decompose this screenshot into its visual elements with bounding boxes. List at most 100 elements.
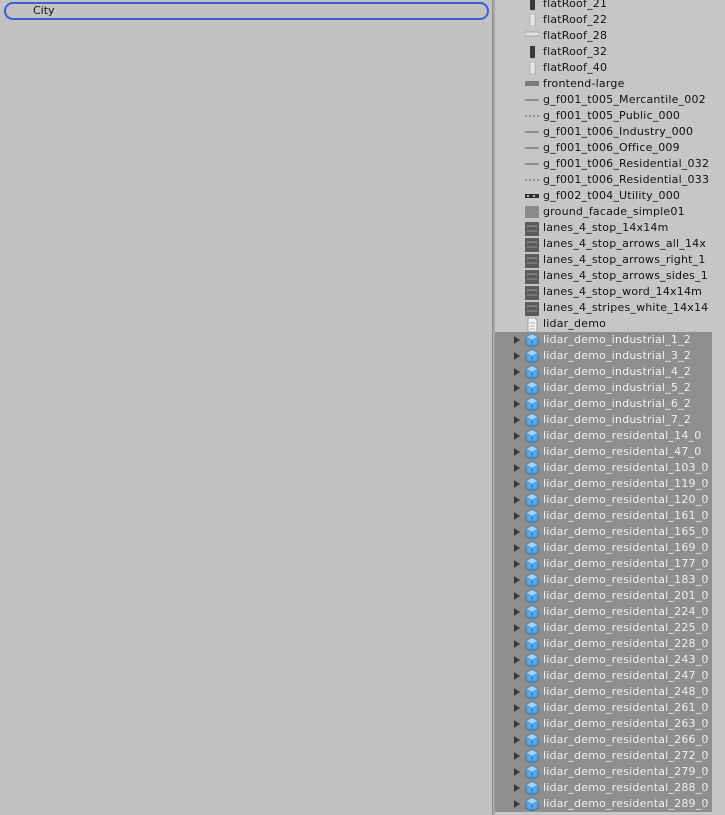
prefab-row[interactable]: lidar_demo_residental_165_0 — [495, 524, 725, 540]
asset-row[interactable]: g_f001_t005_Public_000 — [495, 108, 725, 124]
prefab-row[interactable]: lidar_demo_residental_201_0 — [495, 588, 725, 604]
prefab-row[interactable]: lidar_demo_residental_119_0 — [495, 476, 725, 492]
expand-arrow-icon[interactable] — [514, 800, 520, 808]
prefab-row[interactable]: lidar_demo_residental_228_0 — [495, 636, 725, 652]
prefab-row[interactable]: lidar_demo_residental_14_0 — [495, 428, 725, 444]
asset-row[interactable]: g_f001_t006_Office_009 — [495, 140, 725, 156]
expand-arrow-icon[interactable] — [514, 464, 520, 472]
expand-arrow-icon[interactable] — [514, 752, 520, 760]
prefab-row[interactable]: lidar_demo_residental_248_0 — [495, 684, 725, 700]
expand-arrow-icon[interactable] — [514, 512, 520, 520]
prefab-row[interactable]: lidar_demo_residental_289_0 — [495, 796, 725, 812]
expand-arrow-icon[interactable] — [514, 400, 520, 408]
prefab-label: lidar_demo_industrial_7_2 — [543, 413, 691, 426]
expand-arrow-icon[interactable] — [514, 624, 520, 632]
expand-arrow-icon[interactable] — [514, 688, 520, 696]
asset-row[interactable]: lanes_4_stop_arrows_right_1 — [495, 252, 725, 268]
expand-arrow-icon[interactable] — [514, 672, 520, 680]
prefab-row[interactable]: lidar_demo_residental_266_0 — [495, 732, 725, 748]
prefab-row[interactable]: lidar_demo_residental_169_0 — [495, 540, 725, 556]
prefab-cube-icon — [525, 749, 539, 764]
prefab-row[interactable]: lidar_demo_industrial_3_2 — [495, 348, 725, 364]
prefab-row[interactable]: lidar_demo_residental_225_0 — [495, 620, 725, 636]
expand-arrow-icon[interactable] — [514, 432, 520, 440]
expand-arrow-icon[interactable] — [514, 576, 520, 584]
asset-row[interactable]: lanes_4_stop_arrows_all_14x — [495, 236, 725, 252]
expand-arrow-icon[interactable] — [514, 736, 520, 744]
prefab-row[interactable]: lidar_demo_industrial_5_2 — [495, 380, 725, 396]
gray-bar-texture-icon — [525, 78, 539, 90]
prefab-row[interactable]: lidar_demo_residental_243_0 — [495, 652, 725, 668]
expand-arrow-icon[interactable] — [514, 560, 520, 568]
expand-arrow-icon[interactable] — [514, 448, 520, 456]
expand-arrow-icon[interactable] — [514, 384, 520, 392]
expand-arrow-icon[interactable] — [514, 656, 520, 664]
asset-row[interactable]: ground_facade_simple01 — [495, 204, 725, 220]
asset-row[interactable]: flatRoof_21 — [495, 0, 725, 12]
prefab-row[interactable]: lidar_demo_industrial_1_2 — [495, 332, 725, 348]
prefab-row[interactable]: lidar_demo_residental_161_0 — [495, 508, 725, 524]
prefab-cube-icon — [525, 381, 539, 396]
prefab-cube-icon — [525, 397, 539, 412]
expand-arrow-icon[interactable] — [514, 416, 520, 424]
expand-arrow-icon[interactable] — [514, 528, 520, 536]
asset-row[interactable]: lanes_4_stop_word_14x14m — [495, 284, 725, 300]
prefab-row[interactable]: lidar_demo_industrial_4_2 — [495, 364, 725, 380]
expand-arrow-icon[interactable] — [514, 608, 520, 616]
prefab-cube-icon — [525, 669, 539, 684]
expand-arrow-icon[interactable] — [514, 704, 520, 712]
prefab-row[interactable]: lidar_demo_residental_247_0 — [495, 668, 725, 684]
project-asset-list[interactable]: flatRoof_21 flatRoof_22 flatRoof_28 flatRoo… — [495, 0, 725, 815]
asset-row[interactable]: g_f002_t004_Utility_000 — [495, 188, 725, 204]
prefab-row[interactable]: lidar_demo_residental_177_0 — [495, 556, 725, 572]
expand-arrow-icon[interactable] — [514, 784, 520, 792]
prefab-row[interactable]: lidar_demo_residental_272_0 — [495, 748, 725, 764]
prefab-cube-icon — [525, 525, 539, 540]
expand-arrow-icon[interactable] — [514, 352, 520, 360]
prefab-row[interactable]: lidar_demo_residental_288_0 — [495, 780, 725, 796]
asset-row[interactable]: lanes_4_stripes_white_14x14 — [495, 300, 725, 316]
prefab-row[interactable]: lidar_demo_residental_279_0 — [495, 764, 725, 780]
scrollbar[interactable] — [712, 0, 725, 815]
prefab-label: lidar_demo_residental_224_0 — [543, 605, 709, 618]
asset-row[interactable]: flatRoof_40 — [495, 60, 725, 76]
hierarchy-root-item-city[interactable]: City — [4, 2, 489, 20]
dark-texture-icon — [525, 46, 539, 58]
light-texture-icon — [525, 61, 539, 75]
prefab-row[interactable]: lidar_demo_residental_47_0 — [495, 444, 725, 460]
prefab-row[interactable]: lidar_demo_residental_120_0 — [495, 492, 725, 508]
expand-arrow-icon[interactable] — [514, 640, 520, 648]
expand-arrow-icon[interactable] — [514, 368, 520, 376]
prefab-row[interactable]: lidar_demo_residental_263_0 — [495, 716, 725, 732]
expand-arrow-icon[interactable] — [514, 480, 520, 488]
expand-arrow-icon[interactable] — [514, 768, 520, 776]
expand-arrow-icon[interactable] — [514, 720, 520, 728]
asset-row[interactable]: g_f001_t006_Industry_000 — [495, 124, 725, 140]
prefab-cube-icon — [525, 653, 539, 668]
expand-arrow-icon[interactable] — [514, 336, 520, 344]
prefab-row[interactable]: lidar_demo_industrial_6_2 — [495, 396, 725, 412]
prefab-row[interactable]: lidar_demo_residental_261_0 — [495, 700, 725, 716]
asset-row[interactable]: g_f001_t005_Mercantile_002 — [495, 92, 725, 108]
asset-label: lanes_4_stop_arrows_right_1 — [543, 253, 706, 266]
asset-row[interactable]: flatRoof_22 — [495, 12, 725, 28]
prefab-row[interactable]: lidar_demo_residental_103_0 — [495, 460, 725, 476]
expand-arrow-icon[interactable] — [514, 592, 520, 600]
hierarchy-panel[interactable]: City — [0, 0, 492, 815]
asset-row[interactable]: lidar_demo — [495, 316, 725, 333]
asset-row[interactable]: g_f001_t006_Residential_033 — [495, 172, 725, 188]
asset-row[interactable]: frontend-large — [495, 76, 725, 92]
prefab-row[interactable]: lidar_demo_residental_183_0 — [495, 572, 725, 588]
asset-row[interactable]: flatRoof_28 — [495, 28, 725, 44]
asset-row[interactable]: lanes_4_stop_14x14m — [495, 220, 725, 236]
prefab-row[interactable]: lidar_demo_industrial_7_2 — [495, 412, 725, 428]
prefab-cube-icon — [525, 477, 539, 492]
asset-row[interactable]: lanes_4_stop_arrows_sides_1 — [495, 268, 725, 284]
asset-row[interactable]: flatRoof_32 — [495, 44, 725, 60]
expand-arrow-icon[interactable] — [514, 496, 520, 504]
prefab-row[interactable]: lidar_demo_residental_224_0 — [495, 604, 725, 620]
expand-arrow-icon[interactable] — [514, 544, 520, 552]
prefab-cube-icon — [525, 365, 539, 380]
asset-label: lanes_4_stop_word_14x14m — [543, 285, 703, 298]
asset-row[interactable]: g_f001_t006_Residential_032 — [495, 156, 725, 172]
